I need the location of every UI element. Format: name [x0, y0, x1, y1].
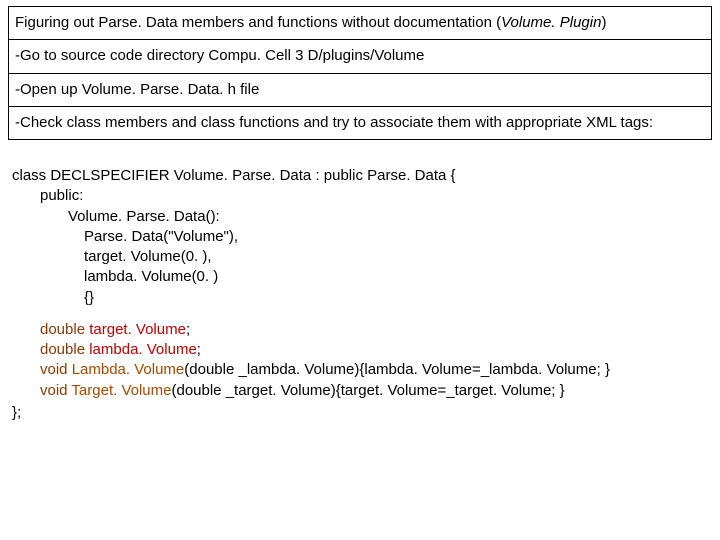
member-line-2: double lambda. Volume; [12, 340, 708, 360]
code-line-2: public: [12, 186, 708, 206]
semi-1: ; [186, 321, 190, 338]
member-line-1: double target. Volume; [12, 320, 708, 340]
title-row: Figuring out Parse. Data members and fun… [8, 6, 712, 40]
fn-lambda-volume: Lambda. Volume [72, 361, 185, 378]
kw-void-1: void [40, 361, 72, 378]
member-lambda-volume: lambda. Volume [89, 341, 197, 358]
fn-target-body: (double _target. Volume){target. Volume=… [171, 382, 564, 399]
title-suffix: ) [601, 14, 606, 31]
kw-double-2: double [40, 341, 89, 358]
step-row-1: -Go to source code directory Compu. Cell… [8, 40, 712, 73]
step-row-2: -Open up Volume. Parse. Data. h file [8, 74, 712, 107]
member-line-4: void Target. Volume(double _target. Volu… [12, 381, 708, 401]
code-line-7: {} [12, 288, 708, 308]
code-line-6: lambda. Volume(0. ) [12, 267, 708, 287]
step-3-text: -Check class members and class functions… [15, 114, 653, 131]
code-close: }; [12, 403, 708, 423]
member-line-3: void Lambda. Volume(double _lambda. Volu… [12, 360, 708, 380]
semi-2: ; [197, 341, 201, 358]
code-block: class DECLSPECIFIER Volume. Parse. Data … [8, 166, 712, 423]
title-text: Figuring out Parse. Data members and fun… [15, 14, 501, 31]
kw-void-2: void [40, 382, 71, 399]
member-target-volume: target. Volume [89, 321, 186, 338]
code-line-3: Volume. Parse. Data(): [12, 207, 708, 227]
kw-double-1: double [40, 321, 89, 338]
code-line-4: Parse. Data("Volume"), [12, 227, 708, 247]
step-1-text: -Go to source code directory Compu. Cell… [15, 47, 424, 64]
code-line-1: class DECLSPECIFIER Volume. Parse. Data … [12, 166, 708, 186]
fn-target-volume: Target. Volume [71, 382, 171, 399]
code-line-5: target. Volume(0. ), [12, 247, 708, 267]
step-row-3: -Check class members and class functions… [8, 107, 712, 140]
title-italic: Volume. Plugin [501, 14, 601, 31]
step-2-text: -Open up Volume. Parse. Data. h file [15, 81, 259, 98]
page: Figuring out Parse. Data members and fun… [0, 0, 720, 540]
fn-lambda-body: (double _lambda. Volume){lambda. Volume=… [184, 361, 610, 378]
